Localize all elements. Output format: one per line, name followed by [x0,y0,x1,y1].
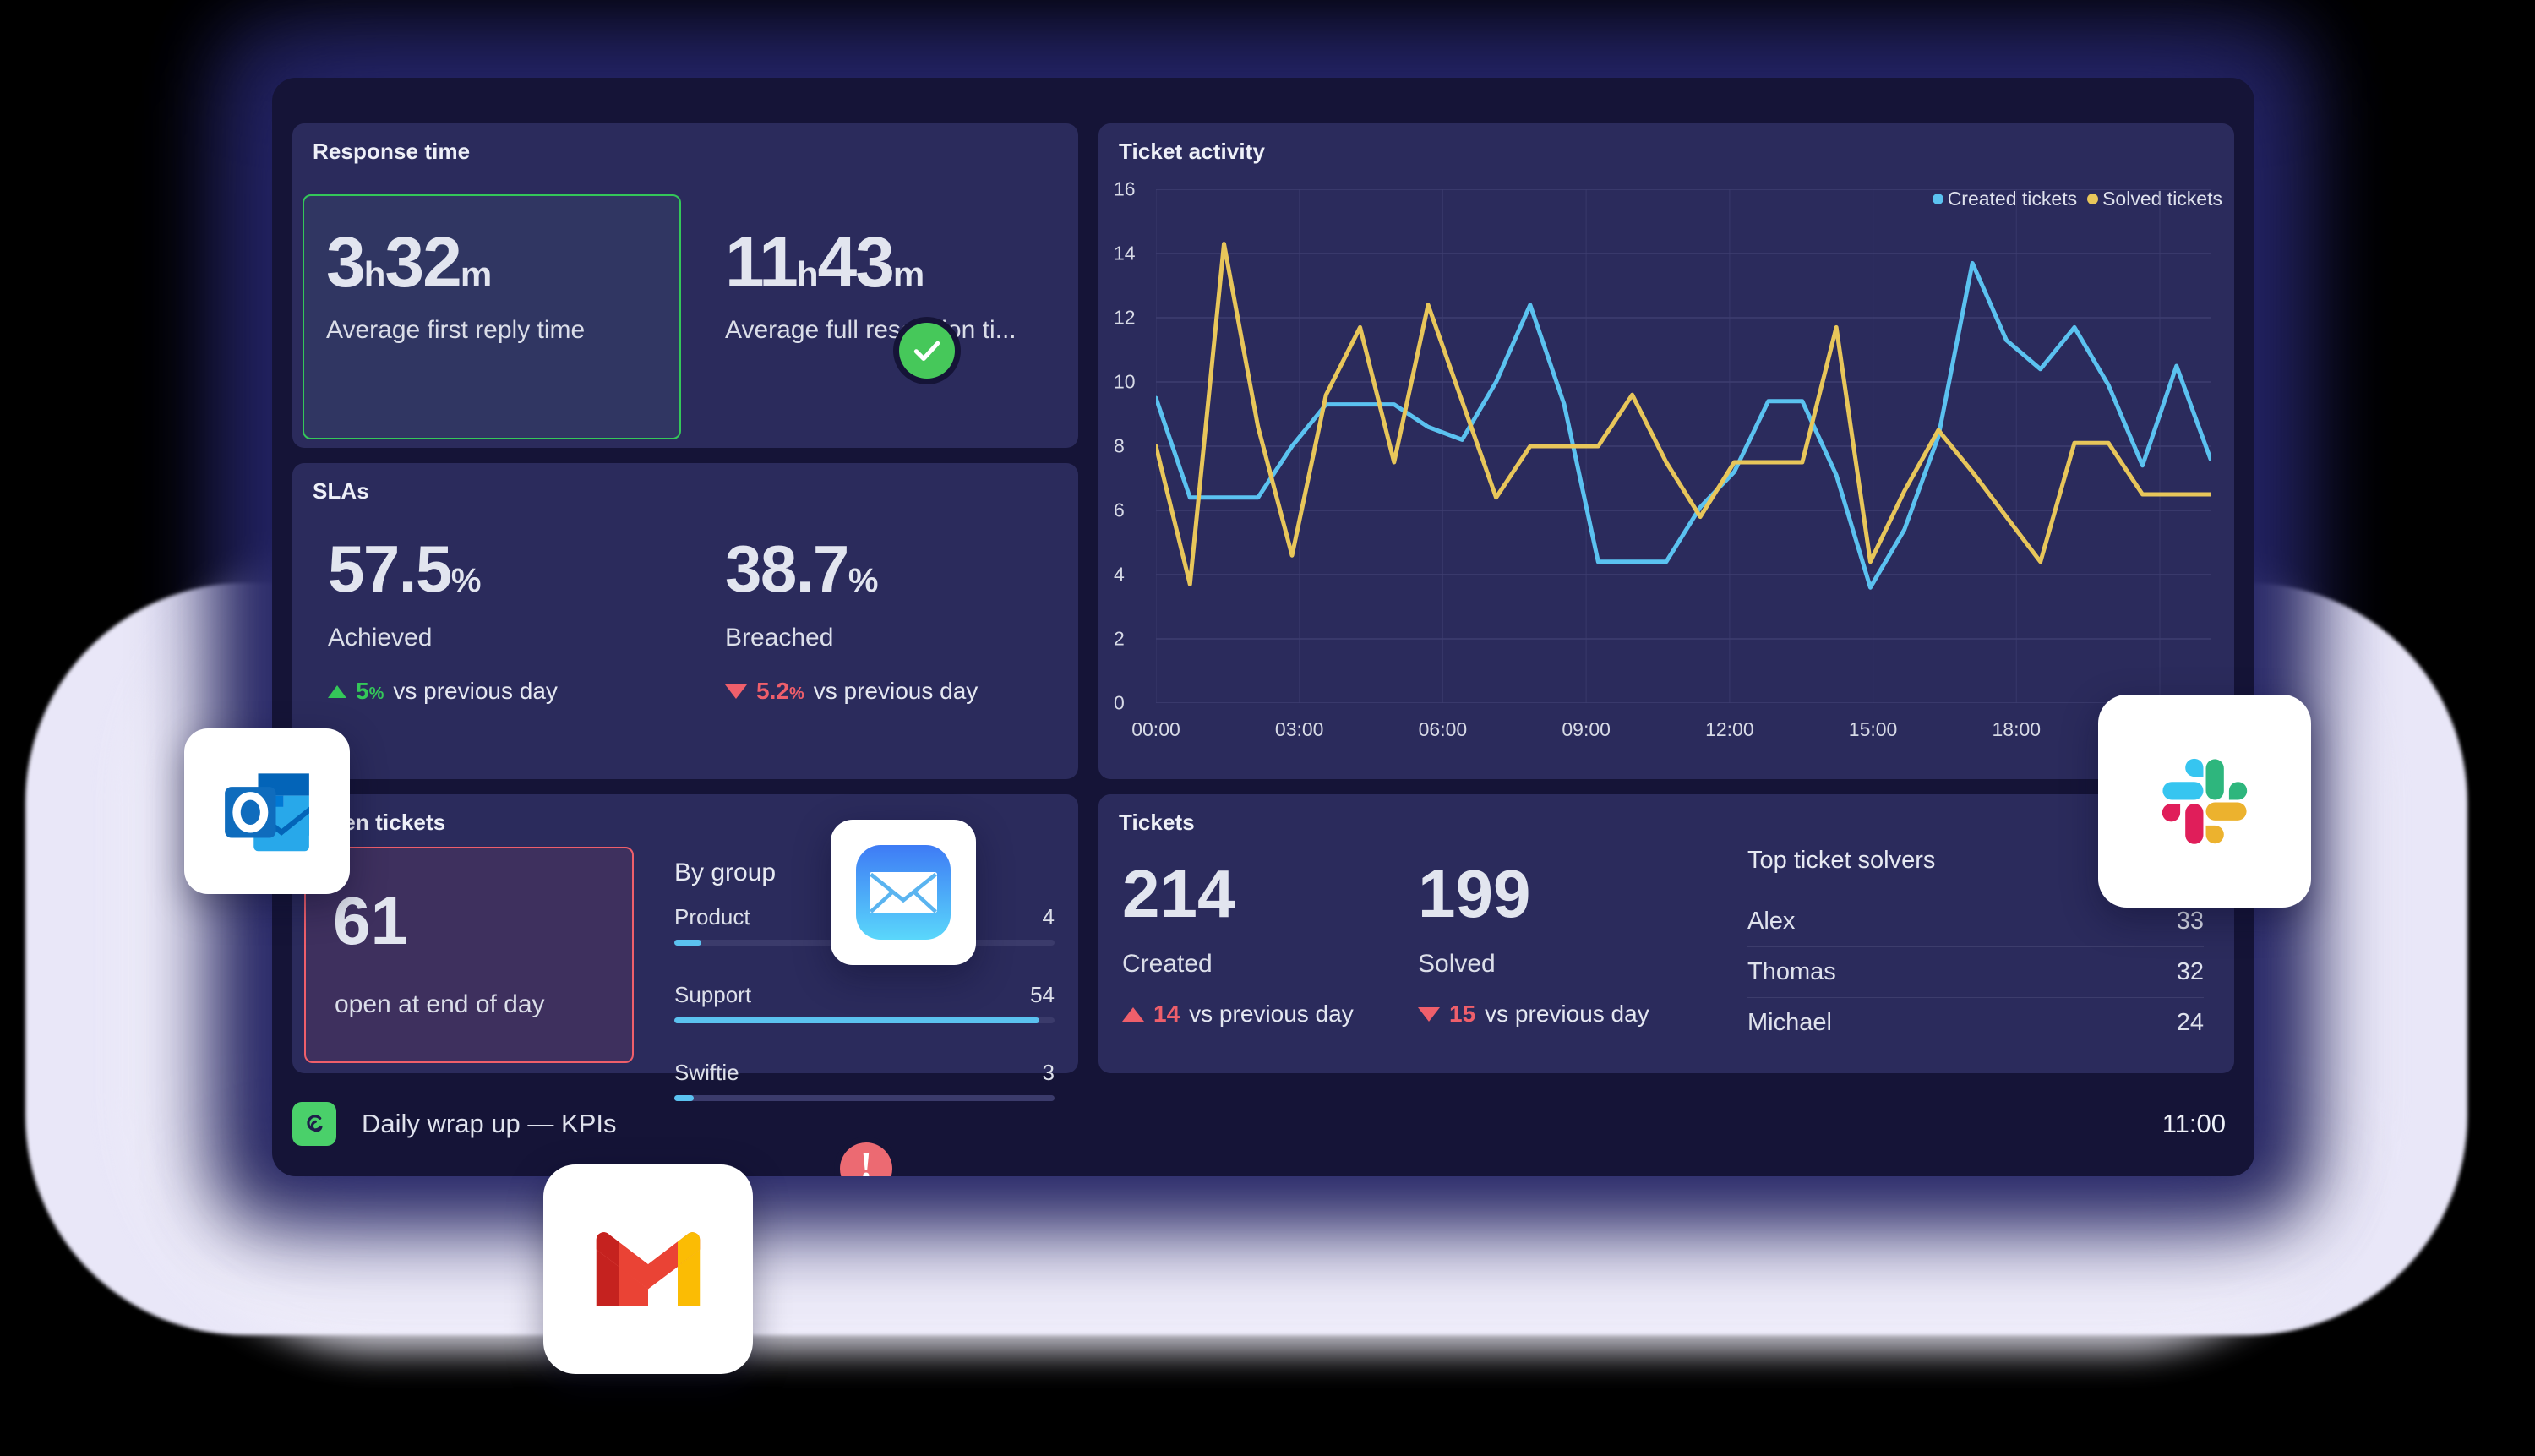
chart-y-tick: 8 [1114,434,1125,457]
by-group-title: By group [674,859,777,886]
metric-full-resolution-label: Average full resolution ti... [725,316,1017,344]
apple-mail-icon[interactable] [831,820,976,965]
solver-row[interactable]: Thomas 32 [1747,947,2204,998]
solver-name: Alex [1747,908,1796,935]
chart-y-tick: 2 [1114,627,1125,650]
chart-y-tick: 0 [1114,691,1125,714]
chart-x-tick: 06:00 [1418,718,1468,740]
panel-title-ticket-activity: Ticket activity [1119,139,1266,164]
chart-svg [1153,188,2213,704]
metric-full-resolution-value: 11h43m [725,222,924,302]
response-time-metrics: 3h32m Average first reply time 11h43m Av… [292,188,1078,441]
outlook-icon[interactable] [184,728,350,894]
ticket-activity-chart[interactable] [1153,188,2213,704]
sla-achieved-value: 57.5% [328,532,481,606]
group-name-product: Product [674,904,750,930]
group-value-swiftie: 3 [1042,1060,1055,1085]
group-value-product: 4 [1042,904,1055,930]
triangle-down-icon [1418,1006,1440,1022]
metric-first-reply-value: 3h32m [326,222,492,302]
footer-bar: Daily wrap up — KPIs 11:00 [292,1088,2234,1159]
sla-achieved-label: Achieved [328,624,433,652]
tickets-created-delta: 14 vs previous day [1122,1001,1354,1028]
spiral-logo-icon [292,1102,336,1146]
chart-x-tick: 18:00 [1992,718,2042,740]
triangle-down-icon [725,684,747,699]
tickets-solved-delta-suffix: vs previous day [1485,1001,1649,1027]
sla-breached-delta-suffix: vs previous day [813,678,979,704]
sla-achieved-delta-value: 5% [356,678,384,704]
triangle-up-icon [328,684,346,698]
chart-y-tick: 10 [1114,370,1136,393]
triangle-up-icon [1122,1006,1144,1022]
solver-count: 33 [2176,908,2204,935]
chart-y-tick: 4 [1114,563,1125,586]
panel-slas: SLAs 57.5% Achieved 5% vs previous day 3… [292,463,1078,779]
metric-full-resolution-time[interactable]: 11h43m Average full resolution ti... [725,226,1017,345]
chart-x-tick: 09:00 [1562,718,1611,740]
solver-count: 24 [2176,1009,2204,1036]
open-tickets-count-label: open at end of day [335,990,545,1018]
panel-ticket-activity: Ticket activity Created tickets Solved t… [1098,123,2234,779]
panel-tickets: Tickets 214 Created 14 vs previous day 1… [1098,794,2234,1073]
panel-title-tickets: Tickets [1119,810,1195,835]
metric-first-reply-label: Average first reply time [326,316,586,344]
solver-name: Michael [1747,1009,1832,1036]
sla-breached-delta-value: 5.2% [756,678,804,704]
dashboard-window: Response time 3h32m Average first reply … [272,78,2254,1176]
check-icon [899,323,955,379]
tickets-solved-delta-value: 15 [1449,1001,1476,1027]
gmail-icon[interactable] [543,1164,753,1374]
panel-title-slas: SLAs [313,478,369,504]
group-name-swiftie: Swiftie [674,1060,739,1085]
group-name-support: Support [674,982,752,1007]
tickets-created-label: Created [1122,950,1213,978]
sla-breached-delta: 5.2% vs previous day [725,678,978,705]
footer-time: 11:00 [2162,1109,2226,1138]
solver-count: 32 [2176,958,2204,985]
solver-row[interactable]: Michael 24 [1747,998,2204,1048]
sla-achieved-delta-suffix: vs previous day [393,678,558,704]
group-row-support[interactable]: Support 54 [674,982,1055,1023]
chart-y-tick: 6 [1114,499,1125,521]
open-tickets-count: 61 [333,883,408,958]
tickets-created[interactable]: 214 Created 14 vs previous day [1122,860,1354,1028]
sla-achieved-delta: 5% vs previous day [328,678,558,705]
sla-achieved[interactable]: 57.5% Achieved 5% vs previous day [328,536,558,705]
tickets-solved-label: Solved [1418,950,1496,978]
group-bar-track-support [674,1017,1055,1023]
chart-y-tick: 16 [1114,177,1136,200]
tickets-created-delta-suffix: vs previous day [1189,1001,1354,1027]
footer-text: Daily wrap up — KPIs [362,1109,617,1138]
screenshot-root: Response time 3h32m Average first reply … [0,0,2535,1456]
metric-first-reply-time[interactable]: 3h32m Average first reply time [326,226,585,345]
tickets-solved[interactable]: 199 Solved 15 vs previous day [1418,860,1649,1028]
sla-breached-label: Breached [725,624,834,652]
tickets-solved-delta: 15 vs previous day [1418,1001,1649,1028]
chart-y-tick: 12 [1114,306,1136,329]
sla-breached-value: 38.7% [725,532,878,606]
group-value-support: 54 [1030,982,1055,1007]
panel-response-time: Response time 3h32m Average first reply … [292,123,1078,448]
slack-icon[interactable] [2098,695,2311,908]
chart-y-tick: 14 [1114,242,1136,264]
solver-name: Thomas [1747,958,1836,985]
tickets-solved-value: 199 [1418,856,1531,931]
open-tickets-highlight-frame[interactable]: 61 open at end of day [304,847,634,1063]
panel-title-response-time: Response time [313,139,471,164]
tickets-created-value: 214 [1122,856,1235,931]
chart-x-tick: 00:00 [1131,718,1180,740]
chart-x-tick: 12:00 [1705,718,1754,740]
tickets-created-delta-value: 14 [1153,1001,1180,1027]
sla-breached[interactable]: 38.7% Breached 5.2% vs previous day [725,536,978,705]
group-bar-fill-product [674,940,701,946]
chart-x-tick: 15:00 [1848,718,1898,740]
group-bar-fill-support [674,1017,1039,1023]
chart-x-tick: 03:00 [1274,718,1324,740]
